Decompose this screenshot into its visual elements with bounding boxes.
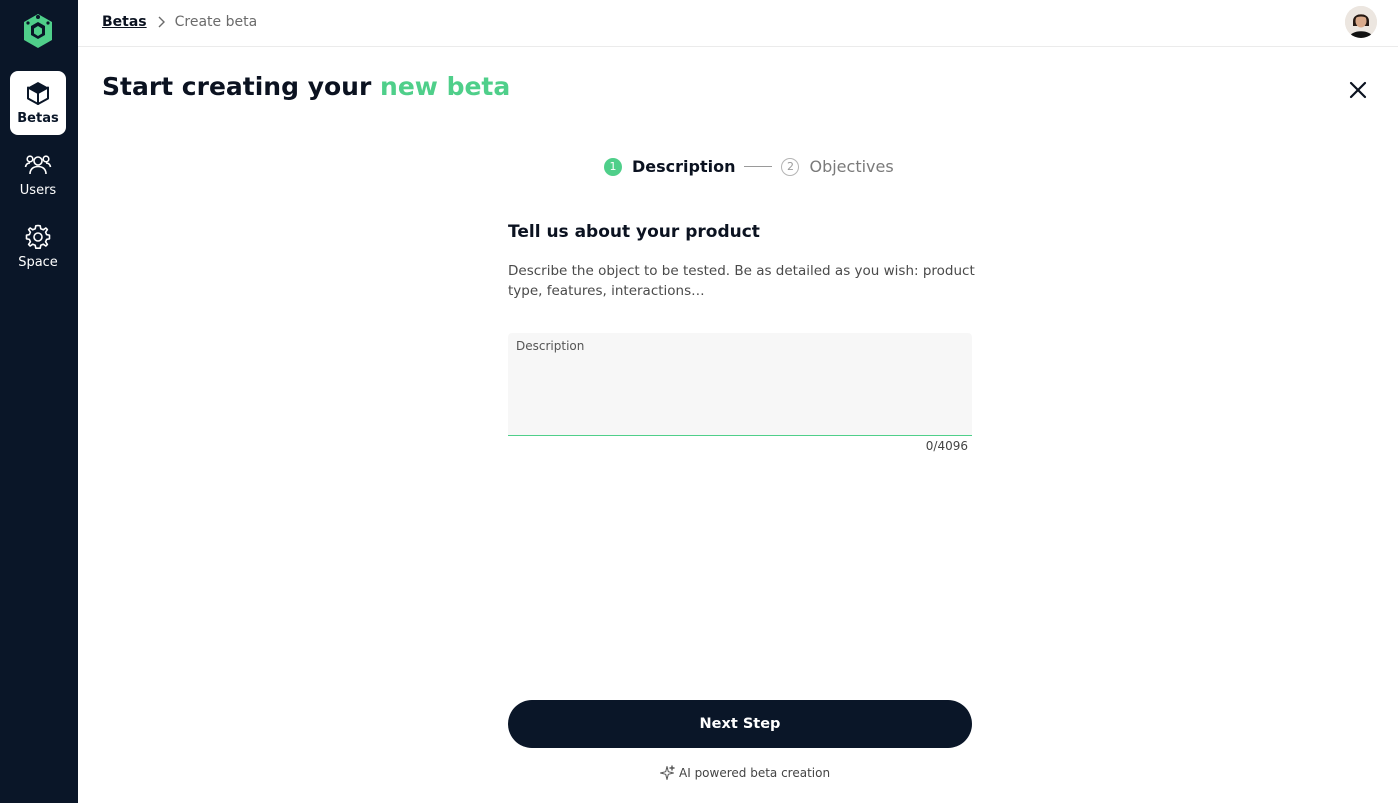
sidebar-item-label: Users xyxy=(19,183,57,198)
cube-icon xyxy=(27,82,49,105)
close-icon[interactable] xyxy=(1347,79,1369,101)
breadcrumb-current: Create beta xyxy=(174,14,258,30)
sidebar-item-users[interactable]: Users xyxy=(10,143,66,207)
breadcrumb-link-betas[interactable]: Betas xyxy=(102,14,147,30)
ai-note: AI powered beta creation xyxy=(659,765,830,781)
step-number-1: 1 xyxy=(604,157,622,176)
step-label-objectives: Objectives xyxy=(809,157,894,176)
form-heading: Tell us about your product xyxy=(508,222,760,242)
description-input[interactable] xyxy=(516,361,964,429)
ai-note-text: AI powered beta creation xyxy=(679,766,831,780)
hexagon-logo-icon[interactable] xyxy=(22,13,54,49)
chevron-right-icon xyxy=(158,16,165,28)
sidebar-item-label: Betas xyxy=(17,111,59,126)
users-icon xyxy=(24,155,52,175)
sidebar-item-label: Space xyxy=(18,255,58,270)
step-label-description: Description xyxy=(632,157,736,176)
page-title-prefix: Start creating your xyxy=(102,72,381,101)
sidebar: Betas Users Space xyxy=(0,0,78,803)
sidebar-item-space[interactable]: Space xyxy=(10,215,66,279)
step-connector xyxy=(744,166,773,167)
form-description: Describe the object to be tested. Be as … xyxy=(508,263,975,299)
step-number-2: 2 xyxy=(781,157,800,176)
page-title-accent: new beta xyxy=(380,72,511,101)
breadcrumb: Betas Create beta xyxy=(102,14,257,30)
avatar[interactable] xyxy=(1345,6,1377,38)
description-field-label: Description xyxy=(516,339,585,353)
user-avatar-icon xyxy=(1345,6,1377,38)
sidebar-item-betas[interactable]: Betas xyxy=(10,71,66,135)
topbar: Betas Create beta xyxy=(78,0,1398,47)
next-step-button[interactable]: Next Step xyxy=(508,700,972,748)
sparkle-icon xyxy=(660,765,675,780)
gear-icon xyxy=(25,224,51,249)
stepper: 1 Description 2 Objectives xyxy=(604,157,894,176)
char-counter: 0/4096 xyxy=(925,439,968,453)
page-title: Start creating your new beta xyxy=(102,72,510,101)
description-field[interactable]: Description xyxy=(508,333,972,436)
